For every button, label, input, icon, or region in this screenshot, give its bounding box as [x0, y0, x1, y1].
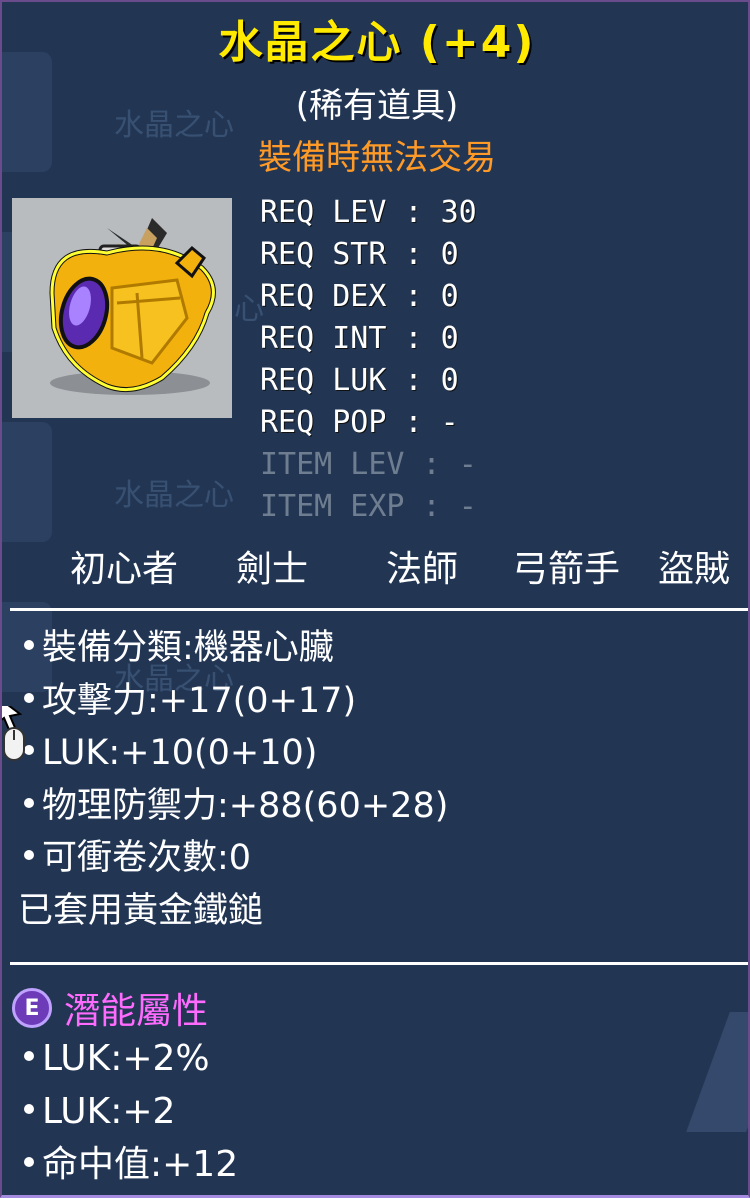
divider — [10, 962, 748, 965]
item-level: ITEM LEV : - — [260, 447, 477, 482]
item-title: 水晶之心 (+4) — [218, 17, 536, 68]
req-str: REQ STR : 0 — [260, 237, 459, 272]
req-pop: REQ POP : - — [260, 405, 459, 440]
req-level: REQ LEV : 30 — [260, 195, 477, 230]
req-luk: REQ LUK : 0 — [260, 363, 459, 398]
potential-header: E 潛能屬性 — [12, 984, 208, 1032]
mouse-cursor-icon — [2, 706, 25, 761]
ghost-corner-shape — [686, 1012, 748, 1132]
job-bowman: 弓箭手 — [512, 549, 621, 590]
job-thief: 盜賊 — [658, 549, 731, 590]
req-int: REQ INT : 0 — [260, 321, 459, 356]
potential-list: LUK:+2% LUK:+2 命中值:+12 — [18, 1032, 238, 1191]
item-tooltip: 水晶之心 心 水晶之心 水晶之心 水晶之心 (+4) (稀有道具) 裝備時無法交… — [0, 0, 750, 1198]
requirements-list: REQ LEV : 30 REQ STR : 0 REQ DEX : 0 REQ… — [260, 192, 477, 528]
stat-defense: 物理防禦力:+88(60+28) — [18, 780, 448, 833]
req-dex: REQ DEX : 0 — [260, 279, 459, 314]
ghost-item-icon — [2, 422, 52, 542]
ghost-item-name: 水晶之心 — [114, 478, 234, 513]
stat-upgrades: 可衝卷次數:0 — [18, 832, 448, 885]
item-exp: ITEM EXP : - — [260, 489, 477, 524]
potential-line: LUK:+2 — [18, 1085, 238, 1138]
job-beginner: 初心者 — [70, 549, 179, 590]
potential-line: 命中值:+12 — [18, 1138, 238, 1191]
job-warrior: 劍士 — [236, 549, 309, 590]
divider — [10, 608, 748, 611]
crystal-heart-icon — [49, 218, 216, 395]
stat-luk: LUK:+10(0+10) — [18, 727, 448, 780]
potential-grade-badge: E — [12, 988, 52, 1028]
job-requirements: 初心者 劍士 法師 弓箭手 盜賊 — [2, 540, 748, 590]
item-icon-box — [12, 198, 232, 418]
job-magician: 法師 — [386, 549, 459, 590]
item-rarity: (稀有道具) — [295, 86, 459, 126]
potential-line: LUK:+2% — [18, 1032, 238, 1085]
potential-title: 潛能屬性 — [64, 991, 209, 1032]
stat-category: 裝備分類:機器心臟 — [18, 622, 448, 675]
untradable-notice: 裝備時無法交易 — [258, 138, 496, 178]
applied-hammer-note: 已套用黃金鐵鎚 — [18, 890, 264, 931]
stat-attack: 攻擊力:+17(0+17) — [18, 675, 448, 728]
stats-list: 裝備分類:機器心臟 攻擊力:+17(0+17) LUK:+10(0+10) 物理… — [18, 622, 448, 937]
